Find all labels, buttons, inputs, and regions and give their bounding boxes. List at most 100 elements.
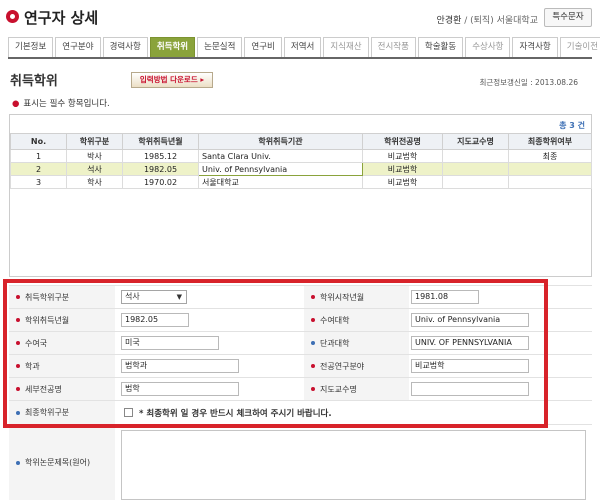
cell-major: 비교법학 xyxy=(362,162,443,176)
required-note: ● 표시는 필수 항목입니다. xyxy=(12,97,110,109)
tab-academic-activities[interactable]: 학술활동 xyxy=(417,37,464,57)
form-row: 학과 법학과 전공연구분야 비교법학 xyxy=(9,354,592,377)
cell-institution: Santa Clara Univ. xyxy=(198,149,363,163)
acquired-date-input[interactable]: 1982.05 xyxy=(121,313,189,327)
final-degree-note: * 최종학위 일 경우 반드시 체크하여 주시기 바랍니다. xyxy=(139,409,332,419)
table-row[interactable]: 1 박사 1985.12 Santa Clara Univ. 비교법학 최종 xyxy=(10,149,592,163)
required-bullet-icon xyxy=(311,387,315,391)
title-bullet-icon xyxy=(6,10,19,23)
college-label: 단과대학 xyxy=(304,332,409,354)
required-bullet-icon xyxy=(311,364,315,368)
form-row: 세부전공명 법학 지도교수명 xyxy=(9,377,592,400)
cell-no: 1 xyxy=(10,149,67,163)
university-label: 수여대학 xyxy=(304,309,409,331)
col-degree-type: 학위구분 xyxy=(66,133,123,150)
degree-type-selected: 석사 xyxy=(125,292,140,301)
acquired-date-label: 학위취득년월 xyxy=(9,309,115,331)
department-input[interactable]: 법학과 xyxy=(121,359,239,373)
degree-table: No. 학위구분 학위취득년월 학위취득기관 학위전공명 지도교수명 최종학위여… xyxy=(10,133,592,189)
cell-degree: 석사 xyxy=(66,162,123,176)
table-row-selected[interactable]: 2 석사 1982.05 Univ. of Pennsylvania 비교법학 xyxy=(10,162,592,176)
optional-bullet-icon xyxy=(16,410,20,415)
final-degree-checkbox[interactable] xyxy=(124,408,133,417)
acquired-date-label-text: 학위취득년월 xyxy=(25,315,70,325)
col-no: No. xyxy=(10,133,67,150)
detail-major-label: 세부전공명 xyxy=(9,378,115,400)
col-acquired-date: 학위취득년월 xyxy=(122,133,199,150)
tab-books[interactable]: 저역서 xyxy=(283,37,322,57)
tab-basic-info[interactable]: 기본정보 xyxy=(8,37,54,57)
section-title: 취득학위 xyxy=(10,74,58,89)
col-advisor: 지도교수명 xyxy=(442,133,509,150)
cell-advisor xyxy=(442,149,509,163)
required-bullet-icon xyxy=(16,341,20,345)
research-field-input[interactable]: 비교법학 xyxy=(411,359,529,373)
form-row: 학위논문제목(원어) xyxy=(9,424,592,500)
optional-bullet-icon xyxy=(16,460,20,465)
tab-awards[interactable]: 수상사항 xyxy=(465,37,511,57)
cell-degree: 박사 xyxy=(66,149,123,163)
tab-tech-transfer[interactable]: 기술이전 xyxy=(559,37,600,57)
country-input[interactable]: 미국 xyxy=(121,336,219,350)
tab-research-field[interactable]: 연구분야 xyxy=(55,37,101,57)
university-input[interactable]: Univ. of Pennsylvania xyxy=(411,313,529,327)
tab-degrees[interactable]: 취득학위 xyxy=(149,37,196,57)
table-header-row: No. 학위구분 학위취득년월 학위취득기관 학위전공명 지도교수명 최종학위여… xyxy=(10,133,592,150)
recent-update-date: 최근정보갱신일 : 2013.08.26 xyxy=(479,78,578,87)
degree-type-label: 취득학위구분 xyxy=(9,286,115,308)
cell-final: 최종 xyxy=(508,149,592,163)
required-bullet-icon xyxy=(311,295,315,299)
college-input[interactable]: UNIV. OF PENNSYLVANIA xyxy=(411,336,529,350)
degree-type-label-text: 취득학위구분 xyxy=(25,292,70,302)
form-row: 학위취득년월 1982.05 수여대학 Univ. of Pennsylvani… xyxy=(9,308,592,331)
tab-ip[interactable]: 지식재산 xyxy=(323,37,369,57)
cell-date: 1985.12 xyxy=(122,149,199,163)
input-guide-download-button[interactable]: 입력방법 다운로드 ▸ xyxy=(131,72,213,88)
tab-research-funds[interactable]: 연구비 xyxy=(244,37,282,57)
user-info: 안경환 / (퇴직) 서울대학교 xyxy=(437,13,538,26)
country-label: 수여국 xyxy=(9,332,115,354)
cell-date: 1982.05 xyxy=(122,162,199,176)
degree-list-box: 총 3 건 No. 학위구분 학위취득년월 학위취득기관 학위전공명 지도교수명… xyxy=(9,114,592,277)
cell-institution: Univ. of Pennsylvania xyxy=(198,162,363,176)
start-date-label-text: 학위시작년월 xyxy=(320,292,365,302)
college-label-text: 단과대학 xyxy=(320,338,350,348)
user-affiliation: / (퇴직) 서울대학교 xyxy=(461,16,538,26)
form-row: 최종학위구분 * 최종학위 일 경우 반드시 체크하여 주시기 바랍니다. xyxy=(9,400,592,424)
cell-degree: 학사 xyxy=(66,175,123,189)
start-date-input[interactable]: 1981.08 xyxy=(411,290,479,304)
tab-career[interactable]: 경력사항 xyxy=(102,37,148,57)
university-label-text: 수여대학 xyxy=(320,315,350,325)
required-bullet-icon xyxy=(16,295,20,299)
cell-no: 3 xyxy=(10,175,67,189)
col-final-degree: 최종학위여부 xyxy=(508,133,592,150)
final-degree-label: 최종학위구분 xyxy=(9,401,115,424)
tab-certifications[interactable]: 자격사항 xyxy=(512,37,558,57)
degree-detail-form: 취득학위구분 석사 ▼ 학위시작년월 1981.08 학위취득년월 1982.05… xyxy=(0,283,600,500)
col-major: 학위전공명 xyxy=(362,133,443,150)
tab-bar: 기본정보 연구분야 경력사항 취득학위 논문실적 연구비 저역서 지식재산 전시… xyxy=(8,37,600,59)
tab-exhibitions[interactable]: 전시작품 xyxy=(370,37,416,57)
advisor-label: 지도교수명 xyxy=(304,378,409,400)
total-count: 총 3 건 xyxy=(559,121,585,130)
required-bullet-icon xyxy=(16,318,20,322)
department-label: 학과 xyxy=(9,355,115,377)
degree-type-select[interactable]: 석사 ▼ xyxy=(121,290,187,304)
advisor-input[interactable] xyxy=(411,382,529,396)
cell-advisor xyxy=(442,175,509,189)
table-row[interactable]: 3 학사 1970.02 서울대학교 비교법학 xyxy=(10,175,592,189)
country-label-text: 수여국 xyxy=(25,338,48,348)
cell-institution: 서울대학교 xyxy=(198,175,363,189)
required-bullet-icon xyxy=(311,318,315,322)
form-row: 취득학위구분 석사 ▼ 학위시작년월 1981.08 xyxy=(9,285,592,308)
tab-papers[interactable]: 논문실적 xyxy=(197,37,243,57)
start-date-label: 학위시작년월 xyxy=(304,286,409,308)
required-dot-icon: ● xyxy=(12,99,20,109)
thesis-title-textarea[interactable] xyxy=(121,430,586,500)
detail-major-input[interactable]: 법학 xyxy=(121,382,239,396)
cell-final xyxy=(508,162,592,176)
thesis-title-label-text: 학위논문제목(원어) xyxy=(25,458,91,467)
cell-advisor xyxy=(442,162,509,176)
special-characters-button[interactable]: 특수문자 xyxy=(544,8,592,27)
cell-final xyxy=(508,175,592,189)
